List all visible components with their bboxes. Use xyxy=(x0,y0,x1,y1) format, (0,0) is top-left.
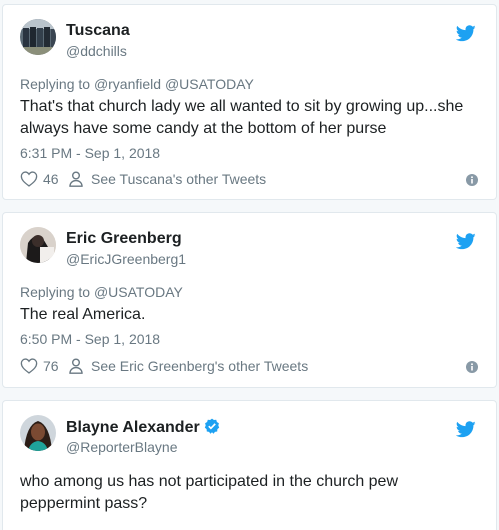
tweet-card[interactable]: Tuscana @ddchills Replying to @ryanfield… xyxy=(2,4,497,200)
reply-mentions[interactable]: @USATODAY xyxy=(94,284,183,300)
reply-context: Replying to @USATODAY xyxy=(20,284,183,300)
author-handle[interactable]: @ddchills xyxy=(66,42,127,60)
tweet-actions: 76 See Eric Greenberg's other Tweets xyxy=(20,358,478,378)
reply-prefix: Replying to xyxy=(20,76,94,92)
author-name-wrap[interactable]: Blayne Alexander xyxy=(66,418,220,437)
reply-context: Replying to @ryanfield @USATODAY xyxy=(20,76,254,92)
tweet-card[interactable]: Blayne Alexander @ReporterBlayne who amo… xyxy=(2,400,497,530)
info-icon[interactable] xyxy=(466,174,478,186)
tweet-text: The real America. xyxy=(20,306,146,323)
author-name[interactable]: Tuscana xyxy=(66,22,130,40)
tweet-timestamp[interactable]: 6:50 PM - Sep 1, 2018 xyxy=(20,331,160,347)
tweet-card[interactable]: Eric Greenberg @EricJGreenberg1 Replying… xyxy=(2,212,497,388)
tweet-text: That's that church lady we all wanted to… xyxy=(20,98,464,137)
heart-icon xyxy=(20,171,38,187)
like-count: 46 xyxy=(43,171,59,187)
tweet-actions: 46 See Tuscana's other Tweets xyxy=(20,171,478,191)
twitter-bird-icon[interactable] xyxy=(456,233,476,250)
avatar[interactable] xyxy=(20,415,56,451)
other-tweets-link[interactable]: See Eric Greenberg's other Tweets xyxy=(69,358,308,374)
other-tweets-label: See Eric Greenberg's other Tweets xyxy=(91,358,309,374)
avatar[interactable] xyxy=(20,227,56,263)
like-button[interactable]: 76 xyxy=(20,358,59,374)
other-tweets-link[interactable]: See Tuscana's other Tweets xyxy=(69,171,266,187)
info-icon[interactable] xyxy=(466,361,478,373)
avatar[interactable] xyxy=(20,19,56,55)
author-name[interactable]: Blayne Alexander xyxy=(66,419,200,436)
twitter-bird-icon[interactable] xyxy=(456,25,476,42)
twitter-bird-icon[interactable] xyxy=(456,421,476,438)
other-tweets-label: See Tuscana's other Tweets xyxy=(91,171,267,187)
reply-mentions[interactable]: @ryanfield @USATODAY xyxy=(94,76,254,92)
author-handle[interactable]: @EricJGreenberg1 xyxy=(66,250,186,268)
person-icon xyxy=(69,171,83,187)
person-icon xyxy=(69,358,83,374)
tweet-timestamp[interactable]: 6:31 PM - Sep 1, 2018 xyxy=(20,145,160,161)
heart-icon xyxy=(20,358,38,374)
like-count: 76 xyxy=(43,358,59,374)
tweet-text: who among us has not participated in the… xyxy=(20,473,399,512)
verified-badge-icon xyxy=(204,418,219,434)
reply-prefix: Replying to xyxy=(20,284,94,300)
author-handle[interactable]: @ReporterBlayne xyxy=(66,438,178,456)
like-button[interactable]: 46 xyxy=(20,171,59,187)
author-name[interactable]: Eric Greenberg xyxy=(66,230,182,248)
